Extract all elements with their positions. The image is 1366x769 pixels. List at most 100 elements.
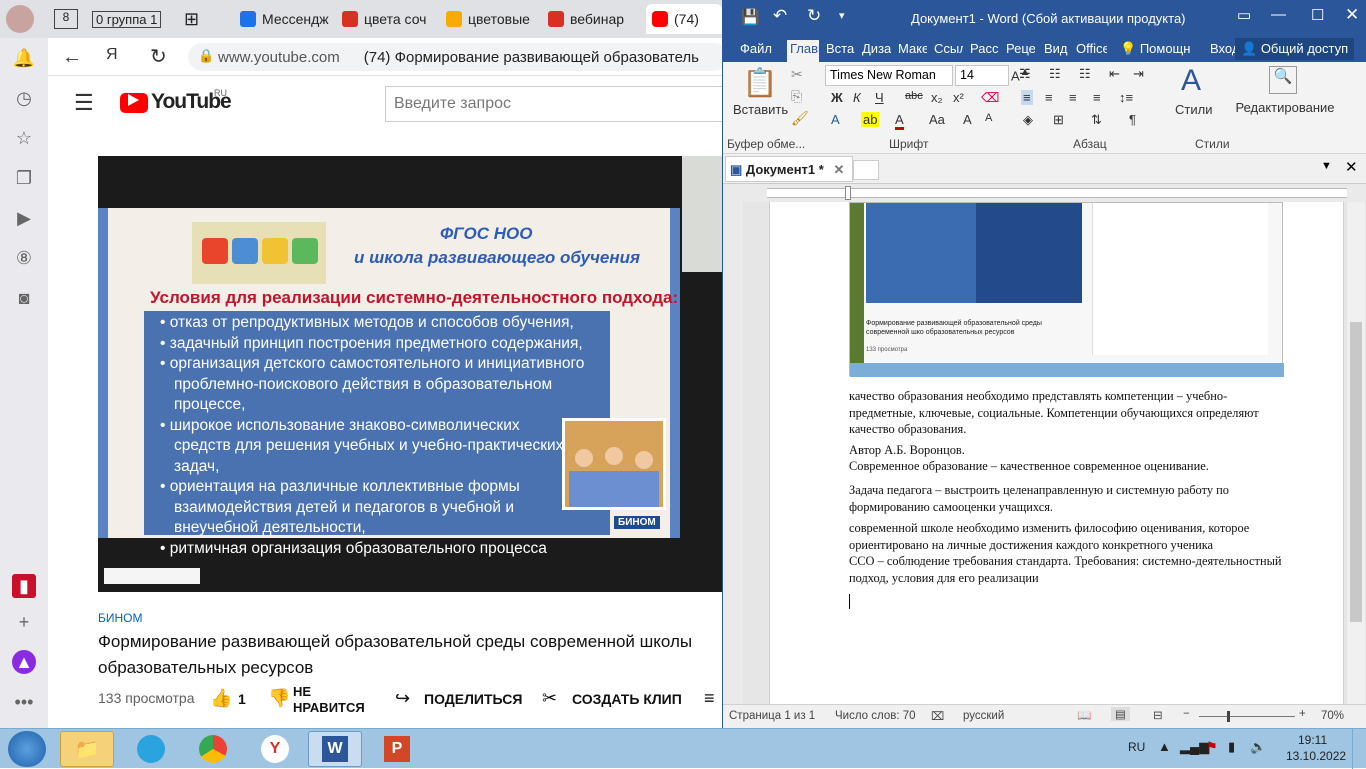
save-icon[interactable]: 💾 [741,8,760,26]
close-doc-icon[interactable]: ✕ [1345,158,1358,176]
tab-file[interactable]: Файл [737,40,775,62]
styles-icon[interactable]: A [1181,64,1201,98]
new-tab-button[interactable] [853,160,879,180]
clear-format-icon[interactable]: ⌫ [981,90,999,106]
page-count[interactable]: Страница 1 из 1 [729,710,815,722]
dislike-button[interactable]: НЕ НРАВИТСЯ [293,684,377,716]
tab-webinar[interactable]: вебинар [548,4,636,34]
zoom-in-icon[interactable]: + [1299,708,1306,720]
tell-me-search[interactable]: 💡 Помощн [1117,40,1197,62]
document-page[interactable]: Формирование развивающей образовательной… [769,202,1344,704]
address-bar[interactable]: 🔒 www.youtube.com (74) Формирование разв… [188,43,728,71]
create-clip-button[interactable]: СОЗДАТЬ КЛИП [572,691,682,707]
justify-icon[interactable]: ≡ [1093,90,1101,105]
network-icon[interactable]: ▂▄▆ [1180,739,1209,755]
tab-design[interactable]: Диза [859,40,891,62]
history-icon[interactable]: ◷ [12,86,36,110]
tab-mailings[interactable]: Расс [967,40,999,62]
minimize-icon[interactable]: — [1271,6,1286,23]
share-button[interactable]: 👤 Общий доступ [1235,38,1355,60]
close-tab-icon[interactable]: ✕ [833,162,844,177]
multilevel-list-icon[interactable]: ☷ [1079,66,1091,82]
sort-icon[interactable]: ⇅ [1091,112,1102,128]
tab-group-1[interactable]: 0 группа 1 [92,4,178,34]
underline-icon[interactable]: Ч [875,90,884,105]
menu-icon[interactable]: ☰ [74,90,94,116]
strikethrough-icon[interactable]: abc [905,90,923,102]
change-case-icon[interactable]: Aa [929,112,945,127]
italic-icon[interactable]: К [853,90,861,105]
explorer-app[interactable]: 📁 [60,731,114,767]
telegram-app[interactable] [124,731,178,767]
security-icon[interactable]: ⚑ [1206,739,1218,755]
decrease-indent-icon[interactable]: ⇤ [1109,66,1120,82]
tab-color-images[interactable]: цветовые [446,4,538,34]
shading-icon[interactable]: ◈ [1023,112,1033,128]
media-icon[interactable]: ▶ [12,206,36,230]
font-size-select[interactable]: 14 [955,65,1009,86]
text-effects-icon[interactable]: A [831,112,840,127]
add-icon[interactable]: + [12,610,36,634]
format-painter-icon[interactable]: 🖌 [791,110,809,127]
cut-icon[interactable]: ✂ [791,66,803,83]
tab-yandex-colors[interactable]: цвета соч [342,4,438,34]
grow-font-a-icon[interactable]: A [963,112,972,127]
tab-layout[interactable]: Маке [895,40,927,62]
word-app[interactable]: W [308,731,362,767]
save-playlist-icon[interactable]: ≡ [704,688,715,709]
clock-date[interactable]: 13.10.2022 [1286,749,1346,763]
document-tab[interactable]: ▣ Документ1 * ✕ [725,156,853,182]
scrollbar-thumb[interactable] [1350,322,1362,622]
increase-indent-icon[interactable]: ⇥ [1133,66,1144,82]
tab-references[interactable]: Ссыл [931,40,963,62]
scissors-icon[interactable]: ✂ [542,688,557,709]
print-layout-icon[interactable]: ▤ [1111,707,1130,721]
powerpoint-app[interactable]: P [370,731,424,767]
profile-avatar[interactable] [6,4,42,34]
line-spacing-icon[interactable]: ↕≡ [1119,90,1133,105]
tab-pinned-8[interactable]: 8 [54,4,84,34]
vertical-scrollbar[interactable] [1347,202,1365,704]
star-icon[interactable]: ☆ [12,126,36,150]
video-player[interactable]: ФГОС НОО и школа развивающего обучения У… [98,156,728,592]
bell-icon[interactable]: 🔔 [12,46,36,70]
yandex-home-icon[interactable]: Я [106,46,118,64]
tab-list-icon[interactable]: ▼ [1321,160,1332,172]
bold-icon[interactable]: Ж [831,90,843,105]
numbering-icon[interactable]: ☷ [1049,66,1061,82]
align-left-icon[interactable]: ≡ [1021,90,1033,105]
bullets-icon[interactable]: ☷ [1019,66,1031,82]
redo-icon[interactable]: ↻ [807,6,821,26]
collections-icon[interactable]: ❐ [12,166,36,190]
maximize-icon[interactable]: ☐ [1311,6,1324,24]
embedded-screenshot[interactable]: Формирование развивающей образовательной… [849,202,1284,377]
camera-icon[interactable]: ◙ [12,286,36,310]
close-icon[interactable]: ✕ [1345,5,1359,25]
tab-messenger[interactable]: Мессендж [240,4,330,34]
channel-link[interactable]: БИНОМ [98,611,143,625]
ribbon-options-icon[interactable]: ▭ [1237,6,1251,24]
chrome-app[interactable] [186,731,240,767]
proofing-icon[interactable]: ⌧ [931,709,944,723]
start-button[interactable] [8,731,46,767]
search-icon[interactable]: 🔍 [1269,66,1297,94]
tab-insert[interactable]: Вста [823,40,855,62]
copy-icon[interactable]: ⎘ [791,88,802,105]
zoom-level[interactable]: 70% [1321,710,1344,722]
tab-home[interactable]: Главн [787,40,819,62]
paste-icon[interactable]: 📋 [735,66,785,102]
like-icon[interactable]: 👍 [210,688,232,709]
highlight-icon[interactable]: ab [861,112,880,127]
font-name-select[interactable]: Times New Roman [825,65,953,86]
undo-icon[interactable]: ↶ [773,6,787,26]
font-color-icon[interactable]: A [895,112,904,130]
subscript-icon[interactable]: x₂ [931,90,943,105]
input-language[interactable]: RU [1128,740,1145,754]
show-hidden-icon[interactable]: ▲ [1158,739,1171,754]
more-icon[interactable]: ••• [12,690,36,714]
styles-button[interactable]: Стили [1175,102,1212,117]
clock-time[interactable]: 19:11 [1298,733,1327,747]
zoom-slider[interactable] [1199,716,1295,717]
indent-marker[interactable] [845,186,851,200]
power-icon[interactable]: ▮ [1228,739,1235,755]
